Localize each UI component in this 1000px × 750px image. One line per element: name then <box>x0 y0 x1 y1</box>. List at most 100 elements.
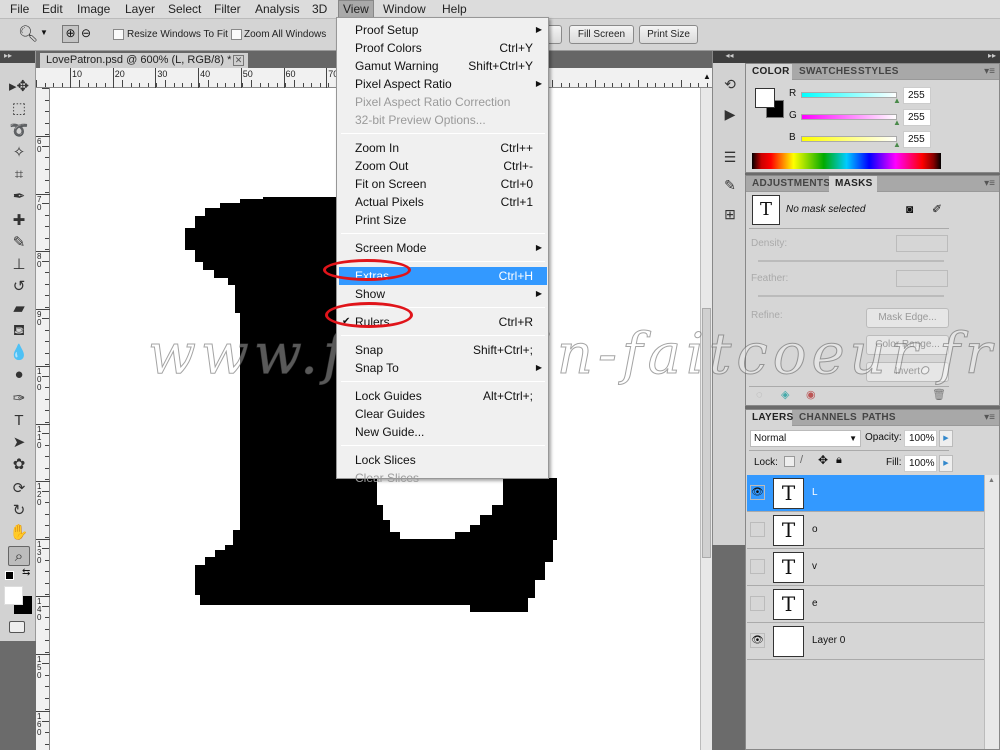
eraser-tool-icon[interactable]: ▰ <box>8 299 30 319</box>
add-vector-mask-icon[interactable]: ✐ <box>932 202 942 216</box>
menu-item-clear-guides[interactable]: Clear Guides <box>339 405 547 423</box>
visibility-toggle[interactable] <box>750 596 765 611</box>
menu-item-pixel-aspect-ratio[interactable]: Pixel Aspect Ratio ▶ <box>339 75 547 93</box>
menu-file[interactable]: File <box>10 2 29 16</box>
menu-item-snap-to[interactable]: Snap To ▶ <box>339 359 547 377</box>
visibility-toggle[interactable] <box>750 559 765 574</box>
color-spectrum-bar[interactable] <box>752 153 941 169</box>
visibility-toggle[interactable]: 👁︎ <box>750 633 765 648</box>
collapse-icon[interactable]: ▸▸ <box>0 51 35 63</box>
apply-mask-icon[interactable]: ◈ <box>781 388 789 401</box>
menu-analysis[interactable]: Analysis <box>255 2 300 16</box>
menu-item-screen-mode[interactable]: Screen Mode ▶ <box>339 239 547 257</box>
brush-presets-icon[interactable]: ☰ <box>719 149 741 169</box>
menu-select[interactable]: Select <box>168 2 201 16</box>
quick-mask-icon[interactable] <box>9 621 25 633</box>
channel-value-g[interactable]: 255 <box>903 109 931 126</box>
menu-item-proof-colors[interactable]: Proof Colors Ctrl+Y <box>339 39 547 57</box>
menu-3d[interactable]: 3D <box>312 2 327 16</box>
menu-item-fit-on-screen[interactable]: Fit on Screen Ctrl+0 <box>339 175 547 193</box>
visibility-toggle[interactable]: 👁︎ <box>750 485 765 500</box>
layer-row[interactable]: Te <box>747 586 984 623</box>
panel-menu-icon[interactable]: ▾≡ <box>984 66 995 77</box>
history-icon[interactable]: ⟲ <box>719 76 741 96</box>
menu-item-gamut-warning[interactable]: Gamut Warning Shift+Ctrl+Y <box>339 57 547 75</box>
scrollbar-thumb[interactable] <box>702 308 711 558</box>
layer-row[interactable]: 👁︎ Layer 0 <box>747 623 984 660</box>
menu-item-proof-setup[interactable]: Proof Setup ▶ <box>339 21 547 39</box>
menu-item-zoom-in[interactable]: Zoom In Ctrl++ <box>339 139 547 157</box>
actions-icon[interactable]: ▶ <box>719 106 741 126</box>
spot-healing-brush-tool-icon[interactable]: ✚ <box>8 211 30 231</box>
clone-stamp-tool-icon[interactable]: ⊥ <box>8 255 30 275</box>
tab-swatches[interactable]: SWATCHES <box>793 64 857 80</box>
zoom-tool-icon[interactable]: ⌕ <box>8 546 30 566</box>
resize-windows-checkbox[interactable] <box>113 29 124 40</box>
add-pixel-mask-icon[interactable]: ◙ <box>906 202 913 216</box>
menu-edit[interactable]: Edit <box>42 2 63 16</box>
blend-mode-select[interactable]: Normal ▼ <box>750 430 861 447</box>
lock-brush-icon[interactable]: / <box>800 454 803 466</box>
mask-edge-button[interactable]: Mask Edge... <box>866 308 949 328</box>
move-tool-icon[interactable]: ▸✥ <box>8 77 30 97</box>
type-tool-icon[interactable]: T <box>8 411 30 431</box>
swap-colors-icon[interactable]: ⇆ <box>22 567 30 578</box>
menu-image[interactable]: Image <box>77 2 110 16</box>
lock-transparent-icon[interactable] <box>784 456 795 467</box>
color-range-button[interactable]: Color Range... <box>866 335 949 355</box>
3d-rotate-tool-icon[interactable]: ⟳ <box>8 479 30 499</box>
magic-wand-tool-icon[interactable]: ✧ <box>8 143 30 163</box>
rectangular-marquee-tool-icon[interactable]: ⬚ <box>8 99 30 119</box>
zoom-out-icon[interactable]: ⊖ <box>81 26 91 40</box>
fill-field[interactable]: 100% <box>904 455 937 472</box>
tab-styles[interactable]: STYLES <box>852 64 900 80</box>
default-colors-icon[interactable] <box>5 571 14 580</box>
layers-scrollbar[interactable]: ▲ <box>984 475 999 749</box>
print-size-button[interactable]: Print Size <box>639 25 698 44</box>
menu-layer[interactable]: Layer <box>125 2 155 16</box>
document-tab[interactable]: LovePatron.psd @ 600% (L, RGB/8) * ✕ <box>40 53 248 68</box>
zoom-all-windows-checkbox[interactable] <box>231 29 242 40</box>
brushes-icon[interactable]: ✎ <box>719 177 741 197</box>
zoom-in-icon[interactable]: ⊕ <box>62 25 79 43</box>
fill-screen-button[interactable]: Fill Screen <box>569 25 634 44</box>
expand-panels-icon[interactable]: ▸▸ <box>988 51 996 60</box>
invert-button[interactable]: Invert <box>866 362 949 382</box>
layer-row[interactable]: To <box>747 512 984 549</box>
menu-filter[interactable]: Filter <box>214 2 241 16</box>
menu-item-actual-pixels[interactable]: Actual Pixels Ctrl+1 <box>339 193 547 211</box>
tab-paths[interactable]: PATHS <box>856 410 902 426</box>
menu-view[interactable]: View <box>338 0 374 18</box>
lock-position-icon[interactable]: ✥ <box>818 453 828 467</box>
scroll-up-icon[interactable]: ▲ <box>988 477 995 484</box>
tab-masks[interactable]: MASKS <box>829 176 877 192</box>
opacity-slider-arrow[interactable]: ▶ <box>939 430 953 447</box>
menu-window[interactable]: Window <box>383 2 426 16</box>
brush-tool-icon[interactable]: ✎ <box>8 233 30 253</box>
load-selection-icon[interactable]: ◌ <box>756 389 763 401</box>
feather-field[interactable] <box>896 270 948 287</box>
menu-item-print-size[interactable]: Print Size <box>339 211 547 229</box>
tab-channels[interactable]: CHANNELS <box>793 410 857 426</box>
menu-item-show[interactable]: Show ▶ <box>339 285 547 303</box>
hand-tool-icon[interactable]: ✋ <box>8 523 30 543</box>
panel-menu-icon[interactable]: ▾≡ <box>984 178 995 189</box>
density-field[interactable] <box>896 235 948 252</box>
menu-item-new-guide[interactable]: New Guide... <box>339 423 547 441</box>
opacity-field[interactable]: 100% <box>904 430 937 447</box>
zoom-tool-preset-icon[interactable]: 🔍︎ <box>18 24 38 44</box>
channel-value-b[interactable]: 255 <box>903 131 931 148</box>
3d-orbit-tool-icon[interactable]: ↻ <box>8 501 30 521</box>
slider-handle-icon[interactable]: ▲ <box>893 140 901 149</box>
paint-bucket-tool-icon[interactable]: ⛾ <box>8 321 30 341</box>
menu-item-lock-guides[interactable]: Lock Guides Alt+Ctrl+; <box>339 387 547 405</box>
slider-handle-icon[interactable]: ▲ <box>893 96 901 105</box>
panel-menu-icon[interactable]: ▾≡ <box>984 412 995 423</box>
vertical-scrollbar[interactable]: ▲ <box>700 72 712 750</box>
layer-row[interactable]: 👁︎ T L <box>747 475 984 512</box>
channel-slider-g[interactable] <box>801 114 897 120</box>
pen-tool-icon[interactable]: ✑ <box>8 389 30 409</box>
tab-adjustments[interactable]: ADJUSTMENTS <box>746 176 830 192</box>
trash-icon[interactable]: 🗑︎ <box>932 388 946 401</box>
channel-slider-b[interactable] <box>801 136 897 142</box>
